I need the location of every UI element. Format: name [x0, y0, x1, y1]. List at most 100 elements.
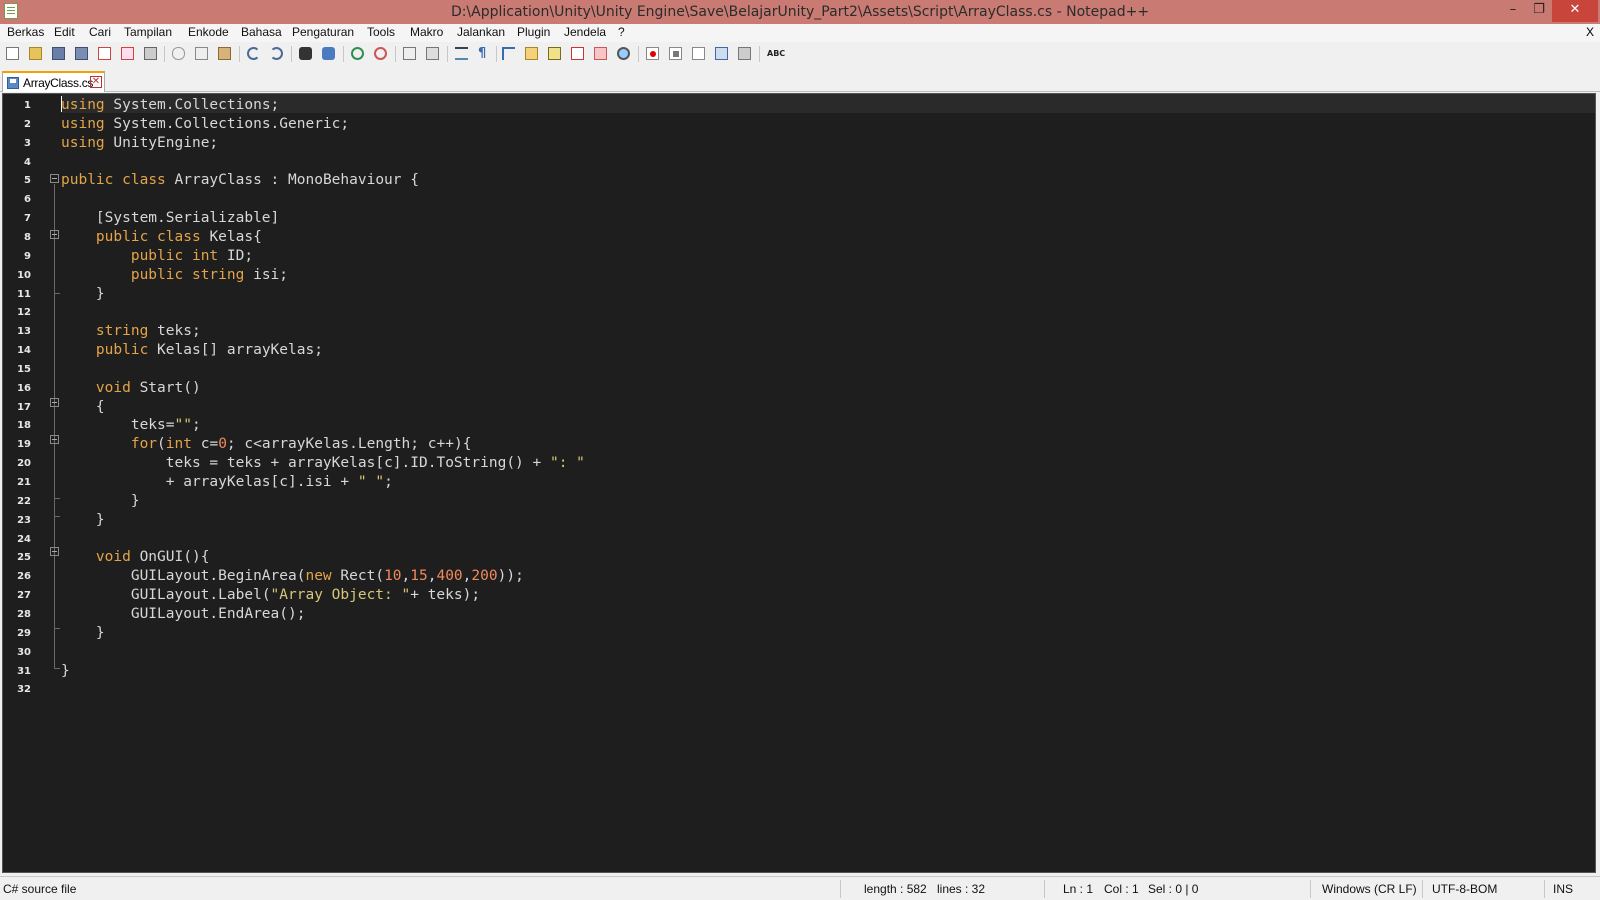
code-line[interactable]: + arrayKelas[c].isi + " "; — [61, 473, 393, 492]
zoom-in-icon[interactable] — [349, 45, 366, 62]
code-line[interactable]: public class ArrayClass : MonoBehaviour … — [61, 171, 419, 190]
fold-margin[interactable] — [47, 94, 61, 872]
line-number: 2 — [24, 118, 31, 130]
menu-tools[interactable]: Tools — [367, 25, 395, 39]
tab-arrayclass[interactable]: ArrayClass.cs ✕ — [2, 71, 105, 92]
saved-file-icon — [7, 77, 19, 89]
menu-tampilan[interactable]: Tampilan — [124, 25, 172, 39]
menu-pengaturan[interactable]: Pengaturan — [292, 25, 354, 39]
save-all-icon[interactable] — [73, 45, 90, 62]
save-macro-icon[interactable] — [736, 45, 753, 62]
line-number: 30 — [17, 646, 31, 658]
function-list-icon[interactable] — [569, 45, 586, 62]
user-defined-language-icon[interactable] — [523, 45, 540, 62]
code-line[interactable]: public int ID; — [61, 247, 253, 266]
code-line[interactable]: GUILayout.BeginArea(new Rect(10,15,400,2… — [61, 567, 524, 586]
cut-icon[interactable] — [170, 45, 187, 62]
new-file-icon[interactable] — [4, 45, 21, 62]
code-line[interactable]: GUILayout.Label("Array Object: "+ teks); — [61, 586, 480, 605]
code-line[interactable]: using System.Collections.Generic; — [61, 115, 349, 134]
code-line[interactable]: } — [61, 624, 105, 643]
code-line[interactable]: public Kelas[] arrayKelas; — [61, 341, 323, 360]
status-length: length : 582 — [864, 882, 927, 896]
code-line[interactable]: string teks; — [61, 322, 201, 341]
tab-bar: ArrayClass.cs ✕ — [0, 66, 1600, 92]
play-macro-icon[interactable] — [690, 45, 707, 62]
tab-close-icon[interactable]: ✕ — [90, 76, 102, 88]
close-icon[interactable] — [96, 45, 113, 62]
indent-guide-icon[interactable] — [500, 45, 517, 62]
menu-berkas[interactable]: Berkas — [7, 25, 44, 39]
menu-jendela[interactable]: Jendela — [564, 25, 606, 39]
folder-as-workspace-icon[interactable] — [592, 45, 609, 62]
close-window-button[interactable]: ✕ — [1552, 0, 1598, 22]
menu-jalankan[interactable]: Jalankan — [457, 25, 505, 39]
code-line[interactable]: } — [61, 511, 105, 530]
line-number: 20 — [17, 458, 31, 470]
code-line[interactable]: } — [61, 662, 70, 681]
close-all-icon[interactable] — [119, 45, 136, 62]
line-number: 1 — [24, 100, 31, 111]
line-number: 21 — [17, 477, 31, 488]
copy-icon[interactable] — [193, 45, 210, 62]
sync-horizontal-icon[interactable] — [424, 45, 441, 62]
code-line[interactable]: } — [61, 492, 140, 511]
fold-toggle-icon[interactable] — [50, 435, 59, 444]
menu-cari[interactable]: Cari — [89, 25, 111, 39]
spell-check-icon[interactable]: ABC — [765, 45, 785, 62]
undo-icon[interactable] — [245, 45, 262, 62]
code-line[interactable]: public string isi; — [61, 266, 288, 285]
fold-toggle-icon[interactable] — [50, 547, 59, 556]
fold-toggle-icon[interactable] — [50, 398, 59, 407]
menu-help[interactable]: ? — [618, 25, 625, 39]
code-line[interactable]: public class Kelas{ — [61, 228, 262, 247]
code-line[interactable]: teks = teks + arrayKelas[c].ID.ToString(… — [61, 454, 585, 473]
save-icon[interactable] — [50, 45, 67, 62]
code-line[interactable]: } — [61, 285, 105, 304]
word-wrap-icon[interactable] — [453, 45, 470, 62]
menu-plugin[interactable]: Plugin — [517, 25, 550, 39]
code-line[interactable]: void OnGUI(){ — [61, 548, 210, 567]
menu-makro[interactable]: Makro — [410, 25, 443, 39]
document-map-icon[interactable] — [546, 45, 563, 62]
code-line[interactable]: void Start() — [61, 379, 201, 398]
status-eol[interactable]: Windows (CR LF) — [1322, 882, 1417, 896]
line-number: 27 — [17, 590, 31, 602]
code-area[interactable]: using System.Collections; using System.Co… — [61, 94, 1595, 872]
code-line[interactable]: using UnityEngine; — [61, 134, 218, 153]
code-line[interactable]: { — [61, 398, 105, 417]
fold-toggle-icon[interactable] — [50, 174, 59, 183]
run-macro-multiple-icon[interactable] — [713, 45, 730, 62]
status-bar: C# source file length : 582 lines : 32 L… — [0, 876, 1600, 900]
find-icon[interactable] — [297, 45, 314, 62]
menu-edit[interactable]: Edit — [54, 25, 75, 39]
print-icon[interactable] — [142, 45, 159, 62]
status-insert-mode[interactable]: INS — [1553, 882, 1573, 896]
fold-toggle-icon[interactable] — [50, 230, 59, 239]
line-number: 18 — [17, 420, 31, 432]
replace-icon[interactable] — [320, 45, 337, 62]
menu-enkode[interactable]: Enkode — [188, 25, 229, 39]
paste-icon[interactable] — [216, 45, 233, 62]
close-document-button[interactable]: X — [1586, 25, 1594, 39]
code-line[interactable]: teks=""; — [61, 416, 201, 435]
code-line[interactable]: GUILayout.EndArea(); — [61, 605, 306, 624]
code-line[interactable]: [System.Serializable] — [61, 209, 279, 228]
stop-macro-icon[interactable] — [667, 45, 684, 62]
record-macro-icon[interactable] — [644, 45, 661, 62]
code-line[interactable]: using System.Collections; — [61, 96, 279, 115]
menu-bahasa[interactable]: Bahasa — [241, 25, 282, 39]
code-line[interactable]: for(int c=0; c<arrayKelas.Length; c++){ — [61, 435, 472, 454]
sync-vertical-icon[interactable] — [401, 45, 418, 62]
minimize-button[interactable]: – — [1500, 0, 1526, 22]
redo-icon[interactable] — [268, 45, 285, 62]
monitoring-icon[interactable] — [615, 45, 632, 62]
line-number: 17 — [17, 401, 31, 413]
code-editor[interactable]: 1 2 3 4 5 6 7 8 9 10 11 12 13 14 15 16 17 18 19 20 21 22 23 24 2… — [2, 93, 1596, 873]
status-encoding[interactable]: UTF-8-BOM — [1432, 882, 1497, 896]
show-all-characters-icon[interactable]: ¶ — [476, 45, 493, 62]
status-lines: lines : 32 — [937, 882, 986, 896]
zoom-out-icon[interactable] — [372, 45, 389, 62]
open-file-icon[interactable] — [27, 45, 44, 62]
restore-button[interactable]: ❐ — [1526, 0, 1552, 22]
